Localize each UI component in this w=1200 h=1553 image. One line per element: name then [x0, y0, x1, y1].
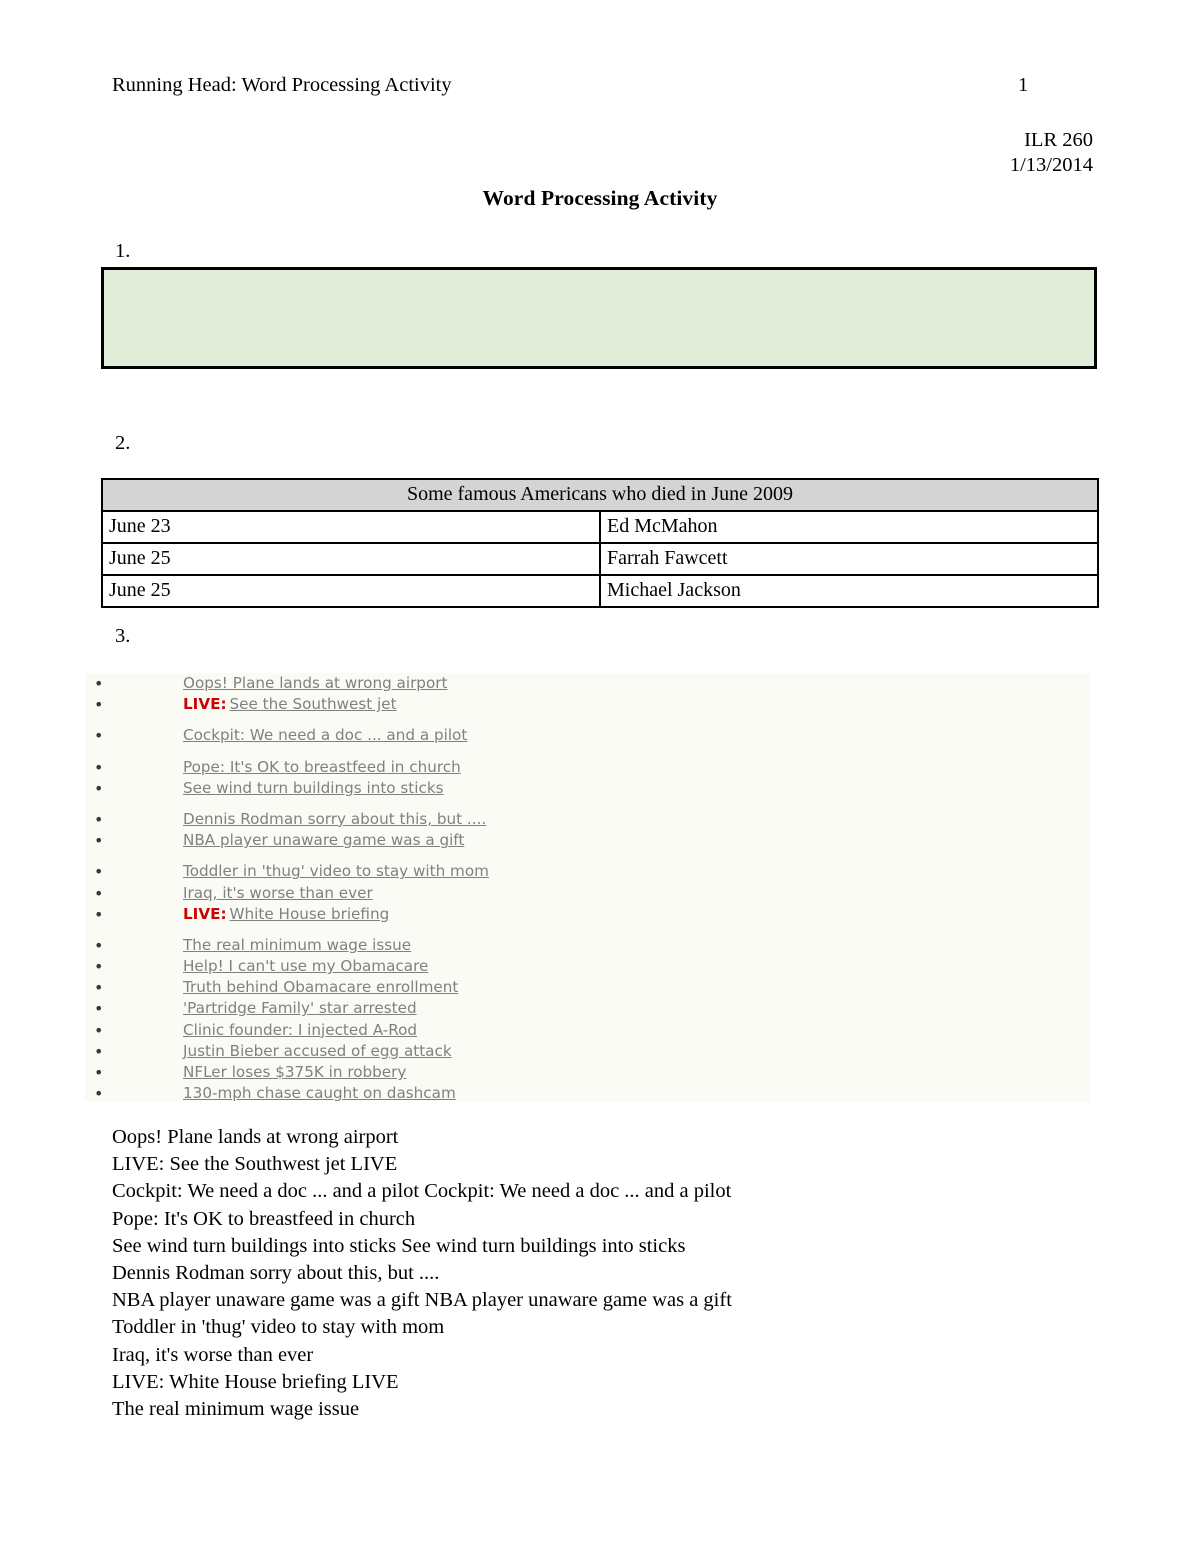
cell-name: Farrah Fawcett: [599, 542, 1099, 576]
bullet-icon: •: [94, 883, 104, 903]
bullet-icon: •: [94, 831, 104, 851]
plain-text-line: LIVE: See the Southwest jet LIVE: [112, 1153, 398, 1176]
item-number-2: 2.: [115, 432, 131, 454]
headline-link[interactable]: Dennis Rodman sorry about this, but ....: [183, 810, 486, 828]
plain-text-line: Toddler in 'thug' video to stay with mom: [112, 1316, 445, 1339]
bullet-icon: •: [94, 862, 104, 882]
cell-date: June 23: [101, 510, 601, 544]
table-row: June 25 Michael Jackson: [101, 574, 1099, 608]
plain-text-line: Pope: It's OK to breastfeed in church: [112, 1207, 416, 1230]
headline-list-item[interactable]: • See wind turn buildings into sticks: [85, 778, 1090, 799]
bullet-icon: •: [94, 1084, 104, 1104]
bullet-icon: •: [94, 809, 104, 829]
plain-text-line: NBA player unaware game was a gift NBA p…: [112, 1289, 732, 1312]
plain-text-block: Oops! Plane lands at wrong airport LIVE: …: [112, 1124, 1112, 1423]
table-caption: Some famous Americans who died in June 2…: [101, 478, 1099, 512]
headline-link[interactable]: 130-mph chase caught on dashcam: [183, 1084, 456, 1102]
green-highlight-box: [101, 267, 1097, 369]
headline-link[interactable]: 'Partridge Family' star arrested: [183, 999, 417, 1017]
cell-date: June 25: [101, 542, 601, 576]
plain-text-line: LIVE: White House briefing LIVE: [112, 1370, 399, 1393]
headline-list-item[interactable]: • Toddler in 'thug' video to stay with mo…: [85, 861, 1090, 882]
live-badge: LIVE:: [183, 904, 227, 923]
live-badge: LIVE:: [183, 695, 227, 714]
headline-list-item[interactable]: • Iraq, it's worse than ever: [85, 883, 1090, 904]
bullet-icon: •: [94, 978, 104, 998]
headline-list-item[interactable]: • LIVE: See the Southwest jet: [85, 694, 1090, 715]
headline-list-item[interactable]: • Justin Bieber accused of egg attack: [85, 1041, 1090, 1062]
item-number-1: 1.: [115, 240, 131, 262]
headline-link[interactable]: The real minimum wage issue: [183, 936, 411, 954]
cell-name: Michael Jackson: [599, 574, 1099, 608]
bullet-icon: •: [94, 674, 104, 693]
headline-list-item[interactable]: • Help! I can't use my Obamacare: [85, 956, 1090, 977]
headline-link[interactable]: NBA player unaware game was a gift: [183, 831, 464, 849]
page-number: 1: [1018, 74, 1029, 96]
headline-list-item[interactable]: • The real minimum wage issue: [85, 935, 1090, 956]
headline-list-item[interactable]: • NFLer loses $375K in robbery: [85, 1062, 1090, 1083]
plain-text-line: See wind turn buildings into sticks See …: [112, 1234, 686, 1257]
document-page: Running Head: Word Processing Activity 1…: [0, 0, 1200, 1553]
running-head: Running Head: Word Processing Activity: [112, 74, 452, 96]
headline-link[interactable]: Clinic founder: I injected A-Rod: [183, 1021, 417, 1039]
page-title: Word Processing Activity: [482, 186, 718, 210]
headline-list-item[interactable]: • NBA player unaware game was a gift: [85, 830, 1090, 851]
headline-link[interactable]: Help! I can't use my Obamacare: [183, 957, 428, 975]
bullet-icon: •: [94, 778, 104, 798]
headline-link[interactable]: See wind turn buildings into sticks: [183, 779, 444, 797]
cell-name: Ed McMahon: [599, 510, 1099, 544]
headline-list-item[interactable]: • 'Partridge Family' star arrested: [85, 998, 1090, 1019]
headline-list: • Oops! Plane lands at wrong airport • LIVE…: [85, 673, 1090, 1104]
bullet-icon: •: [94, 957, 104, 977]
headline-list-block: • Oops! Plane lands at wrong airport • LIVE…: [85, 673, 1090, 1104]
bullet-icon: •: [94, 1020, 104, 1040]
bullet-icon: •: [94, 999, 104, 1019]
plain-text-line: Cockpit: We need a doc ... and a pilot C…: [112, 1180, 732, 1203]
document-date: 1/13/2014: [1009, 154, 1093, 176]
table-caption-row: Some famous Americans who died in June 2…: [101, 478, 1099, 512]
plain-text-line: Iraq, it's worse than ever: [112, 1343, 314, 1366]
item-number-3: 3.: [115, 625, 131, 647]
headline-list-item[interactable]: • 130-mph chase caught on dashcam: [85, 1083, 1090, 1104]
headline-link[interactable]: Justin Bieber accused of egg attack: [183, 1042, 452, 1060]
headline-list-item[interactable]: • Pope: It's OK to breastfeed in church: [85, 757, 1090, 778]
headline-list-item[interactable]: • Clinic founder: I injected A-Rod: [85, 1020, 1090, 1041]
table-body: Some famous Americans who died in June 2…: [101, 478, 1099, 608]
bullet-icon: •: [94, 695, 104, 715]
bullet-icon: •: [94, 935, 104, 955]
bullet-icon: •: [94, 904, 104, 924]
headline-list-item[interactable]: • Truth behind Obamacare enrollment: [85, 977, 1090, 998]
table-row: June 25 Farrah Fawcett: [101, 542, 1099, 576]
headline-link[interactable]: Oops! Plane lands at wrong airport: [183, 674, 447, 692]
plain-text-line: Oops! Plane lands at wrong airport: [112, 1126, 399, 1148]
bullet-icon: •: [94, 1041, 104, 1061]
plain-text-line: Dennis Rodman sorry about this, but ....: [112, 1262, 440, 1285]
headline-link[interactable]: See the Southwest jet: [230, 695, 397, 713]
cell-date: June 25: [101, 574, 601, 608]
headline-link[interactable]: NFLer loses $375K in robbery: [183, 1063, 406, 1081]
famous-americans-table: Some famous Americans who died in June 2…: [101, 478, 1099, 608]
headline-link[interactable]: Toddler in 'thug' video to stay with mom: [183, 862, 489, 880]
bullet-icon: •: [94, 726, 104, 746]
headline-list-item[interactable]: • LIVE: White House briefing: [85, 904, 1090, 925]
plain-text-line: The real minimum wage issue: [112, 1398, 360, 1421]
table-row: June 23 Ed McMahon: [101, 510, 1099, 544]
headline-link[interactable]: Pope: It's OK to breastfeed in church: [183, 758, 461, 776]
headline-link[interactable]: Cockpit: We need a doc ... and a pilot: [183, 726, 467, 744]
bullet-icon: •: [94, 757, 104, 777]
bullet-icon: •: [94, 1063, 104, 1082]
headline-list-item[interactable]: • Cockpit: We need a doc ... and a pilot: [85, 725, 1090, 746]
headline-link[interactable]: Iraq, it's worse than ever: [183, 884, 373, 902]
headline-link[interactable]: White House briefing: [230, 905, 390, 923]
headline-list-item[interactable]: • Dennis Rodman sorry about this, but ...…: [85, 809, 1090, 830]
course-info: ILR 260 1/13/2014: [1010, 128, 1093, 178]
headline-list-item[interactable]: • Oops! Plane lands at wrong airport: [85, 673, 1090, 694]
headline-link[interactable]: Truth behind Obamacare enrollment: [183, 978, 458, 996]
course-code: ILR 260: [1024, 129, 1093, 151]
